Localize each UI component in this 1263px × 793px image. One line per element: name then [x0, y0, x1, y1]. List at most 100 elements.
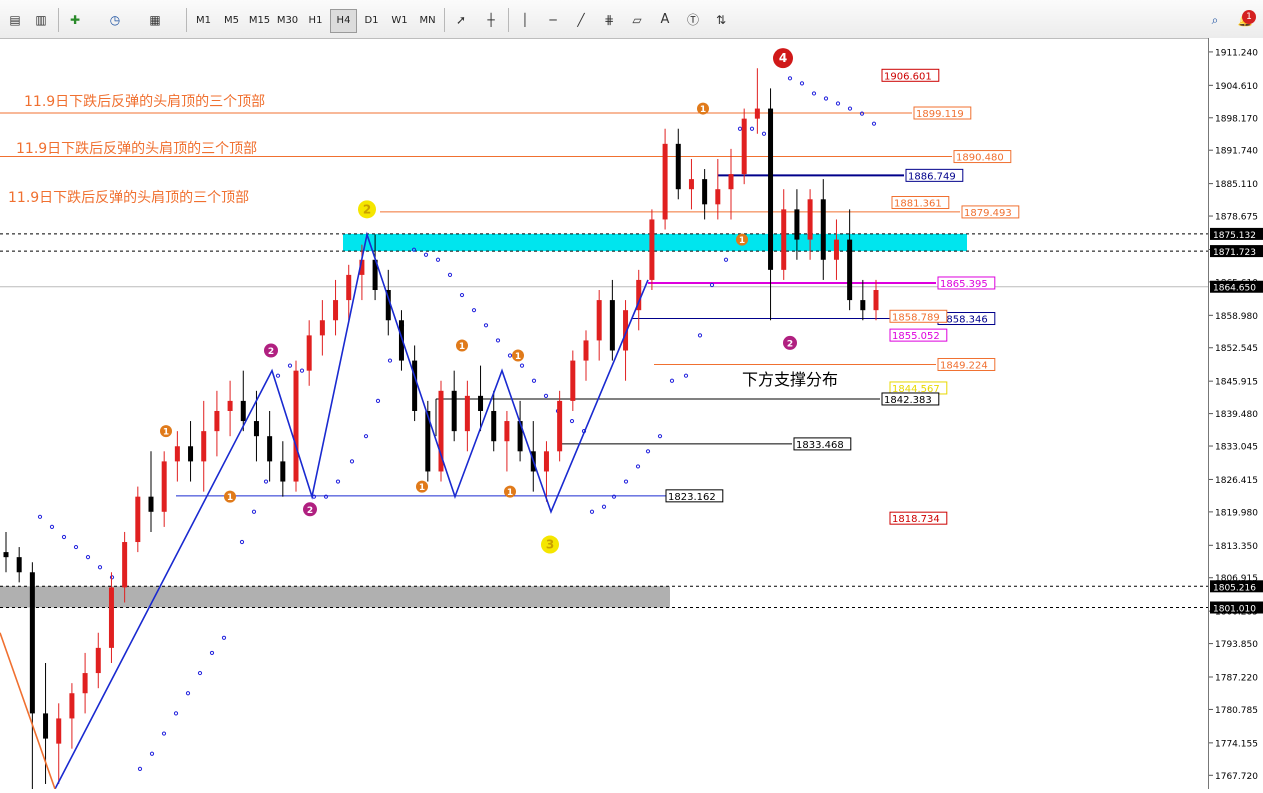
sar-dot [335, 479, 341, 484]
axis-tick-label: 1858.980 [1215, 312, 1258, 322]
wave-marker-label: 4 [779, 51, 787, 65]
sar-dot [61, 534, 67, 540]
candle-body [16, 557, 22, 573]
trendline-icon[interactable]: ╱ [572, 11, 590, 29]
sar-dot [275, 373, 281, 378]
candle-body [3, 552, 9, 558]
sar-dot [761, 131, 767, 136]
candle-body [807, 199, 813, 240]
candle-body [56, 718, 62, 744]
new-chart-icon[interactable]: ▤ [6, 11, 24, 29]
axis-tick-label: 1787.220 [1215, 674, 1258, 684]
sar-dot [37, 514, 43, 519]
sar-dot [811, 91, 817, 96]
candle-body [135, 496, 141, 543]
candle-body [201, 431, 207, 462]
candle-body [715, 189, 721, 205]
clock-icon[interactable]: ◷ [106, 11, 124, 29]
sar-dot [471, 308, 477, 313]
axis-tick-label: 1793.850 [1215, 640, 1258, 650]
candle-body [570, 360, 576, 401]
candle-body [306, 335, 312, 371]
zigzag-orange [0, 632, 56, 789]
axis-tick-label: 1780.785 [1215, 706, 1258, 716]
sar-dot [519, 363, 525, 368]
level-label: 1899.119 [916, 109, 964, 120]
level-label: 1906.601 [884, 71, 932, 82]
vertical-line-icon[interactable]: │ [516, 11, 534, 29]
candle-body [451, 390, 457, 432]
timeframe-m5[interactable]: M5 [218, 9, 245, 33]
timeframe-m15[interactable]: M15 [246, 9, 273, 33]
sar-dot [645, 449, 651, 454]
cursor-icon[interactable]: ➚ [452, 11, 470, 29]
zigzag-line [54, 231, 649, 789]
text-label-icon[interactable]: Ⓣ [684, 11, 702, 29]
axis-highlight-label: 1805.216 [1213, 583, 1256, 593]
wave-marker-label: 1 [163, 428, 169, 438]
level-label: 1890.480 [956, 153, 1004, 164]
wave-marker-label: 2 [268, 347, 274, 357]
wave-marker-label: 1 [507, 488, 513, 498]
sar-dot [85, 555, 91, 560]
sar-dot [669, 378, 675, 383]
candle-body [253, 421, 259, 437]
sar-dot [435, 257, 441, 262]
toolbar-separator [186, 8, 187, 32]
axis-tick-label: 1839.480 [1215, 410, 1258, 420]
zoom-icon[interactable]: ▦ [146, 11, 164, 29]
search-icon[interactable]: ⌕ [1206, 11, 1224, 29]
sar-dot [197, 670, 203, 676]
price-zone [0, 586, 670, 608]
candle-body [161, 461, 167, 512]
horizontal-line-icon[interactable]: ─ [544, 11, 562, 29]
timeframe-m1[interactable]: M1 [190, 9, 217, 33]
timeframe-h1[interactable]: H1 [302, 9, 329, 33]
wave-marker-label: 1 [227, 493, 233, 503]
timeframe-d1[interactable]: D1 [358, 9, 385, 33]
candle-body [860, 300, 866, 311]
wave-marker-label: 1 [515, 352, 521, 362]
sar-dot [823, 96, 829, 101]
level-label: 1823.162 [668, 492, 716, 503]
timeframe-mn[interactable]: MN [414, 9, 441, 33]
sar-dot [507, 353, 513, 358]
price-chart[interactable]: 11.9日下跌后反弹的头肩顶的三个顶部11.9日下跌后反弹的头肩顶的三个顶部11… [0, 38, 1208, 789]
candle-body [214, 410, 220, 432]
sar-dot [387, 358, 393, 363]
fibonacci-icon[interactable]: ⋕ [600, 11, 618, 29]
axis-tick-label: 1852.545 [1215, 344, 1258, 354]
candle-body [833, 239, 839, 260]
timeframe-w1[interactable]: W1 [386, 9, 413, 33]
notification-badge[interactable]: 1 [1242, 10, 1256, 24]
arrows-icon[interactable]: ⇅ [712, 11, 730, 29]
autotrading-icon[interactable]: ✚ [66, 11, 84, 29]
candle-body [43, 713, 49, 739]
price-axis[interactable]: 1911.240 1904.610 1898.170 1891.740 1885.110… [1208, 38, 1263, 789]
sar-dot [239, 539, 245, 545]
chart-area[interactable]: 11.9日下跌后反弹的头肩顶的三个顶部 11.9日下跌后反弹的头肩顶的三个顶部 11… [0, 38, 1208, 789]
candle-body [768, 108, 774, 270]
level-label: 1855.052 [892, 331, 940, 342]
channel-icon[interactable]: ▱ [628, 11, 646, 29]
sar-dot [697, 333, 703, 338]
sar-dot [859, 111, 865, 116]
candle-body [29, 572, 35, 714]
sar-dot [447, 272, 453, 277]
text-tool[interactable]: A [656, 11, 674, 29]
sar-dot [173, 711, 179, 716]
candle-body [69, 693, 75, 719]
timeframe-m30[interactable]: M30 [274, 9, 301, 33]
axis-highlight-label: 1864.650 [1213, 284, 1256, 294]
axis-tick-label: 1878.675 [1215, 213, 1258, 223]
candle-body [267, 436, 273, 462]
level-label: 1881.361 [894, 199, 942, 210]
wave-marker-label: 2 [787, 339, 793, 349]
sar-dot [349, 459, 355, 464]
sar-dot [635, 464, 641, 469]
crosshair-icon[interactable]: ┼ [482, 11, 500, 29]
timeframe-h4[interactable]: H4 [330, 9, 357, 33]
profiles-icon[interactable]: ▥ [32, 11, 50, 29]
candle-body [240, 400, 246, 422]
toolbar-separator [58, 8, 59, 32]
